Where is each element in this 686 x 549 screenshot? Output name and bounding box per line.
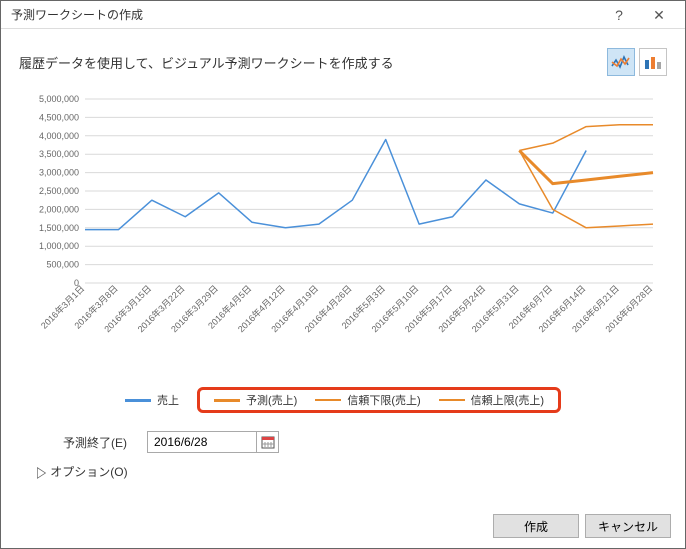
- legend-highlight-box: 予測(売上) 信頼下限(売上) 信頼上限(売上): [197, 387, 561, 413]
- forecast-end-row: 予測終了(E): [63, 431, 667, 453]
- forecast-end-input[interactable]: [147, 431, 257, 453]
- svg-text:3,500,000: 3,500,000: [39, 149, 79, 159]
- close-button[interactable]: ✕: [639, 1, 679, 29]
- options-label: オプション(O): [50, 465, 127, 479]
- chart-legend: 売上 予測(売上) 信頼下限(売上) 信頼上限(売上): [19, 385, 667, 415]
- legend-swatch-lower: [315, 399, 341, 401]
- forecast-chart: 0500,0001,000,0001,500,0002,000,0002,500…: [19, 85, 667, 385]
- cancel-button[interactable]: キャンセル: [585, 514, 671, 538]
- svg-text:4,000,000: 4,000,000: [39, 131, 79, 141]
- titlebar: 予測ワークシートの作成 ? ✕: [1, 1, 685, 29]
- legend-label: 予測(売上): [246, 392, 297, 408]
- svg-text:4,500,000: 4,500,000: [39, 112, 79, 122]
- svg-text:500,000: 500,000: [46, 260, 79, 270]
- svg-text:5,000,000: 5,000,000: [39, 94, 79, 104]
- legend-forecast: 予測(売上): [214, 392, 297, 408]
- chart-type-toggles: [607, 48, 667, 76]
- line-chart-icon: [611, 54, 631, 70]
- line-chart-toggle[interactable]: [607, 48, 635, 76]
- legend-swatch-upper: [439, 399, 465, 401]
- options-expander[interactable]: ▷ オプション(O): [37, 463, 667, 480]
- calendar-button[interactable]: [257, 431, 279, 453]
- bar-chart-icon: [643, 54, 663, 70]
- chevron-right-icon: ▷: [37, 463, 46, 481]
- calendar-icon: [261, 435, 275, 449]
- subtitle-row: 履歴データを使用して、ビジュアル予測ワークシートを作成する: [19, 39, 667, 85]
- svg-text:3,000,000: 3,000,000: [39, 168, 79, 178]
- help-button[interactable]: ?: [599, 1, 639, 29]
- forecast-end-label: 予測終了(E): [63, 434, 127, 451]
- dialog-title: 予測ワークシートの作成: [11, 6, 599, 23]
- legend-sales: 売上: [125, 392, 179, 408]
- legend-label: 売上: [157, 392, 179, 408]
- legend-lower: 信頼下限(売上): [315, 392, 420, 408]
- legend-label: 信頼上限(売上): [471, 392, 544, 408]
- legend-swatch-sales: [125, 399, 151, 402]
- legend-upper: 信頼上限(売上): [439, 392, 544, 408]
- legend-swatch-forecast: [214, 399, 240, 402]
- ok-button[interactable]: 作成: [493, 514, 579, 538]
- dialog-footer: 作成 キャンセル: [493, 514, 671, 538]
- legend-label: 信頼下限(売上): [347, 392, 420, 408]
- svg-text:1,500,000: 1,500,000: [39, 223, 79, 233]
- svg-text:2,500,000: 2,500,000: [39, 186, 79, 196]
- svg-text:2,000,000: 2,000,000: [39, 204, 79, 214]
- svg-text:1,000,000: 1,000,000: [39, 241, 79, 251]
- bar-chart-toggle[interactable]: [639, 48, 667, 76]
- forecast-dialog: 予測ワークシートの作成 ? ✕ 履歴データを使用して、ビジュアル予測ワークシート…: [0, 0, 686, 549]
- subtitle-text: 履歴データを使用して、ビジュアル予測ワークシートを作成する: [19, 53, 607, 72]
